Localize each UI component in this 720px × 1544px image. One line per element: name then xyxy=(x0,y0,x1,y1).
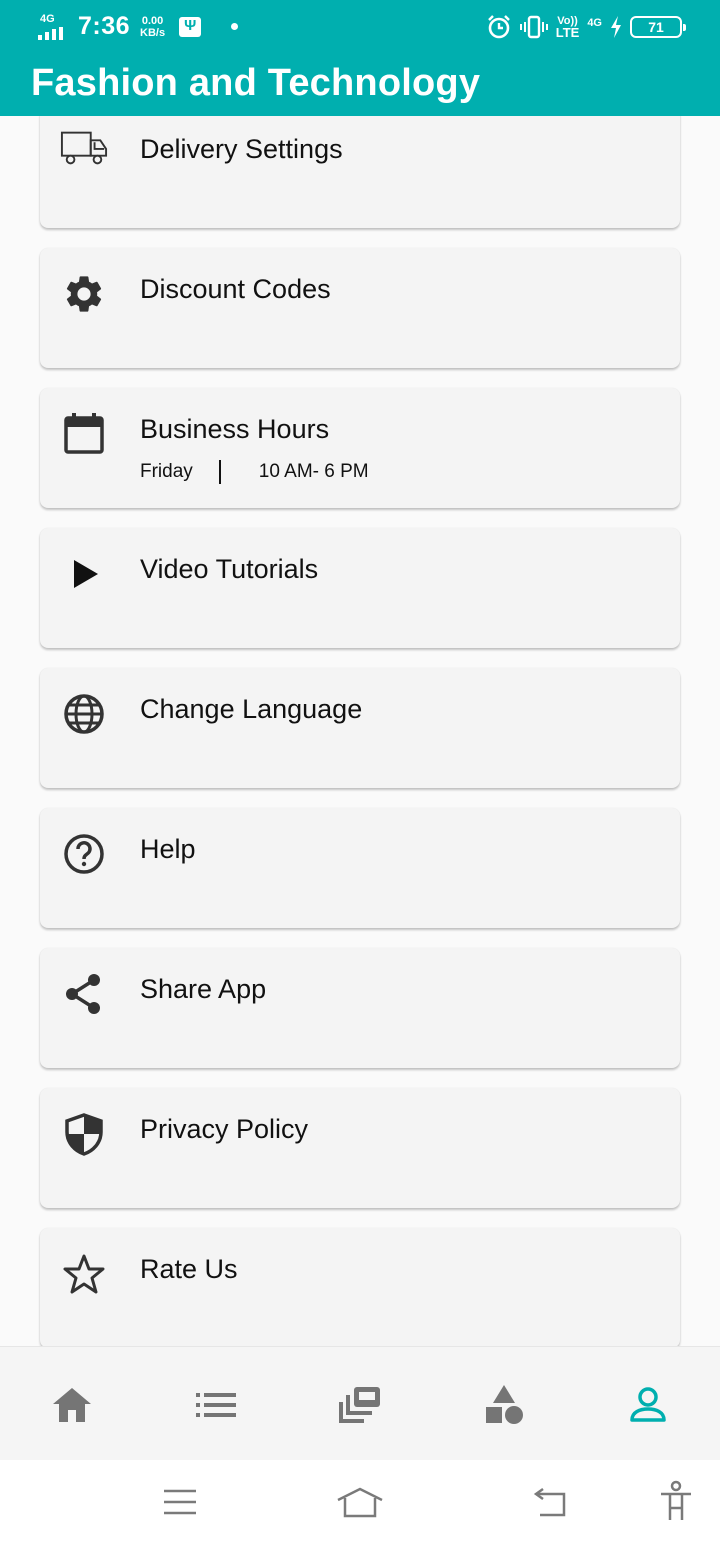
menu-item-video-tutorials[interactable]: Video Tutorials xyxy=(40,528,680,648)
signal-icon xyxy=(38,26,63,40)
speed-value: 0.00 xyxy=(141,14,164,27)
app-bar: Fashion and Technology xyxy=(0,56,720,116)
list-icon xyxy=(196,1393,236,1417)
home-button[interactable] xyxy=(332,1480,388,1524)
accessibility-icon xyxy=(661,1480,691,1520)
business-hours-detail: Friday 10 AM- 6 PM xyxy=(140,460,369,484)
calendar-icon xyxy=(60,410,108,458)
battery-icon: 71 xyxy=(630,16,686,38)
star-icon xyxy=(60,1250,108,1298)
back-button[interactable] xyxy=(520,1480,576,1524)
clock: 7:36 xyxy=(78,12,131,40)
status-right: Vo)) LTE 4G 71 xyxy=(486,14,686,40)
menu-item-label: Help xyxy=(140,834,196,864)
home-outline-icon xyxy=(337,1487,383,1518)
gallery-icon xyxy=(339,1387,380,1423)
menu-item-rate-us[interactable]: Rate Us xyxy=(40,1228,680,1346)
signal-indicator: 4G xyxy=(38,12,70,40)
shapes-icon xyxy=(486,1385,523,1424)
status-left: 4G 7:36 0.00 KB/s xyxy=(38,12,239,41)
settings-list[interactable]: Delivery Settings Discount Codes Busines… xyxy=(0,116,720,1346)
battery-level: 71 xyxy=(648,19,664,35)
nav-gallery[interactable] xyxy=(338,1383,382,1427)
gear-icon xyxy=(60,270,108,318)
menu-item-delivery-settings[interactable]: Delivery Settings xyxy=(40,116,680,228)
charging-icon xyxy=(611,16,621,38)
nav-home[interactable] xyxy=(50,1383,94,1427)
status-bar: 4G 7:36 0.00 KB/s Vo)) LTE 4G xyxy=(0,0,720,56)
menu-item-business-hours[interactable]: Business Hours Friday 10 AM- 6 PM xyxy=(40,388,680,508)
accessibility-button[interactable] xyxy=(648,1480,704,1524)
network-label: 4G xyxy=(40,12,55,25)
page-title: Fashion and Technology xyxy=(31,62,481,104)
network-speed: 0.00 KB/s xyxy=(140,15,165,39)
menu-item-label: Rate Us xyxy=(140,1254,238,1284)
recent-apps-button[interactable] xyxy=(152,1480,208,1524)
nav-profile[interactable] xyxy=(626,1383,670,1427)
menu-item-label: Delivery Settings xyxy=(140,134,343,164)
menu-item-label: Video Tutorials xyxy=(140,554,319,584)
volte-indicator: Vo)) LTE xyxy=(555,16,580,40)
menu-item-label: Change Language xyxy=(140,694,363,724)
globe-icon xyxy=(60,690,108,738)
volte-bottom-label: LTE xyxy=(555,25,580,40)
menu-item-label: Business Hours xyxy=(140,414,330,444)
menu-item-label: Share App xyxy=(140,974,267,1004)
share-icon xyxy=(60,970,108,1018)
person-icon xyxy=(630,1387,666,1422)
help-icon xyxy=(60,830,108,878)
system-navigation-bar xyxy=(0,1460,720,1544)
play-icon xyxy=(60,550,108,598)
divider xyxy=(218,460,221,484)
shield-icon xyxy=(60,1110,108,1158)
nav-list[interactable] xyxy=(194,1383,238,1427)
home-icon xyxy=(53,1388,91,1422)
truck-icon xyxy=(60,124,108,172)
network-type: 4G xyxy=(587,16,602,29)
alarm-icon xyxy=(487,15,510,39)
menu-item-share-app[interactable]: Share App xyxy=(40,948,680,1068)
menu-item-label: Privacy Policy xyxy=(140,1114,309,1144)
business-day: Friday xyxy=(140,461,193,482)
usb-icon xyxy=(179,16,202,37)
bottom-navigation xyxy=(0,1346,720,1460)
menu-item-privacy-policy[interactable]: Privacy Policy xyxy=(40,1088,680,1208)
menu-icon xyxy=(164,1489,196,1515)
nav-categories[interactable] xyxy=(482,1383,526,1427)
speed-unit: KB/s xyxy=(140,26,166,39)
menu-item-help[interactable]: Help xyxy=(40,808,680,928)
back-icon xyxy=(533,1487,566,1517)
notification-dot-icon xyxy=(231,23,239,30)
menu-item-change-language[interactable]: Change Language xyxy=(40,668,680,788)
business-time: 10 AM- 6 PM xyxy=(258,461,369,482)
menu-item-discount-codes[interactable]: Discount Codes xyxy=(40,248,680,368)
menu-item-label: Discount Codes xyxy=(140,274,331,304)
vibrate-icon xyxy=(519,15,548,39)
